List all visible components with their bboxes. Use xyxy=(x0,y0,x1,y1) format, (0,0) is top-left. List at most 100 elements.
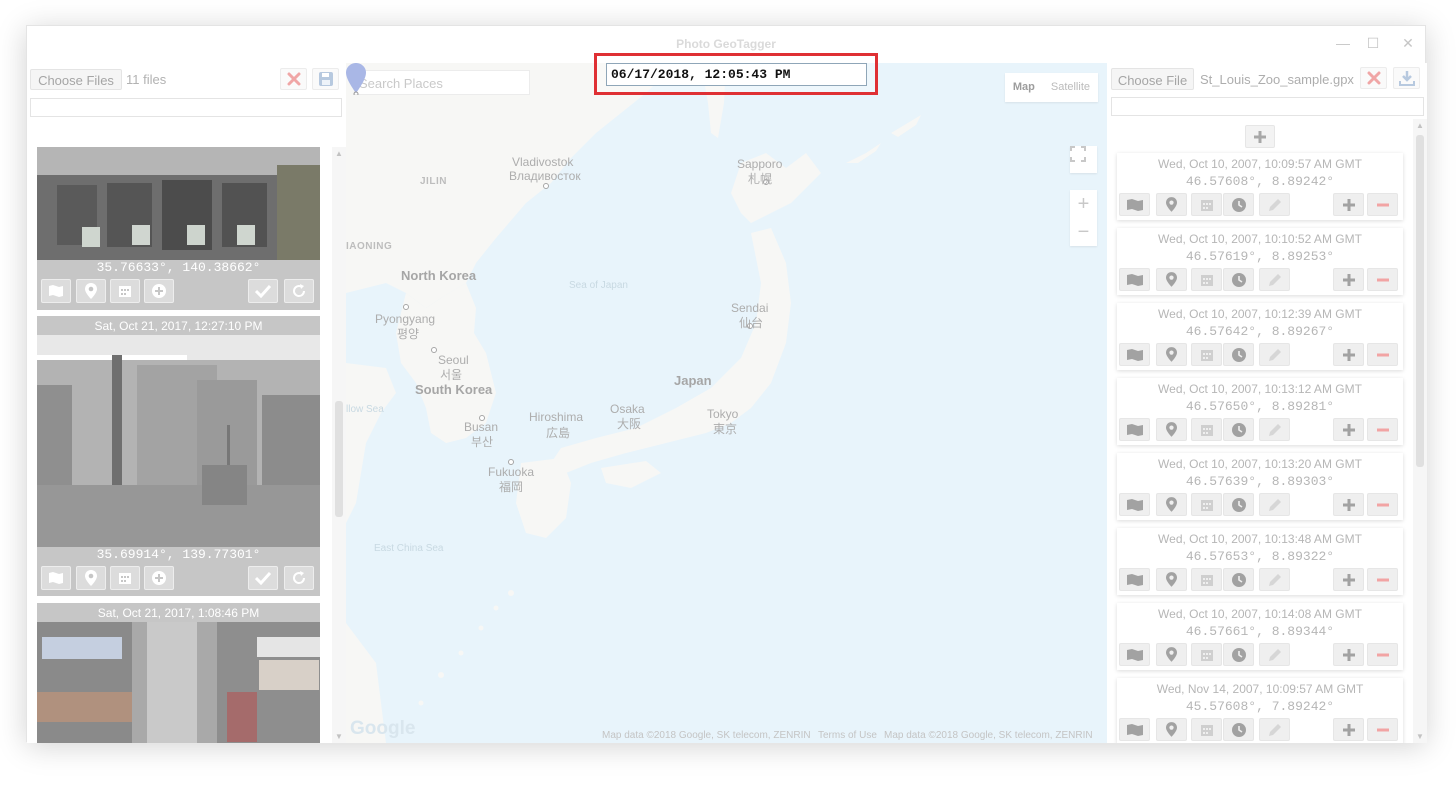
scrollbar-thumb[interactable] xyxy=(335,401,343,517)
photo-map-button[interactable] xyxy=(41,566,71,590)
photo-reset-button[interactable] xyxy=(284,566,314,590)
waypoint-card[interactable]: Wed, Nov 14, 2007, 10:09:57 AM GMT 45.576… xyxy=(1117,678,1403,743)
waypoint-card[interactable]: Wed, Oct 10, 2007, 10:10:52 AM GMT 46.576… xyxy=(1117,228,1403,295)
waypoint-calendar-button[interactable] xyxy=(1191,418,1222,441)
waypoint-clock-button[interactable] xyxy=(1223,493,1254,516)
photo-reset-button[interactable] xyxy=(284,279,314,303)
waypoint-remove-button[interactable] xyxy=(1367,193,1398,216)
waypoint-edit-button[interactable] xyxy=(1259,418,1290,441)
terms-of-use-link[interactable]: Terms of Use xyxy=(818,730,877,741)
waypoint-clock-button[interactable] xyxy=(1223,343,1254,366)
zoom-in-button[interactable]: + xyxy=(1070,190,1097,218)
waypoint-map-button[interactable] xyxy=(1119,193,1150,216)
waypoint-clock-button[interactable] xyxy=(1223,268,1254,291)
waypoint-add-button[interactable] xyxy=(1333,343,1364,366)
waypoint-remove-button[interactable] xyxy=(1367,643,1398,666)
waypoint-remove-button[interactable] xyxy=(1367,268,1398,291)
photo-map-button[interactable] xyxy=(41,279,71,303)
choose-file-button[interactable]: Choose File xyxy=(1111,68,1194,90)
waypoint-add-button[interactable] xyxy=(1333,268,1364,291)
waypoint-calendar-button[interactable] xyxy=(1191,493,1222,516)
waypoint-clock-button[interactable] xyxy=(1223,718,1254,741)
waypoint-card[interactable]: Wed, Oct 10, 2007, 10:13:48 AM GMT 46.576… xyxy=(1117,528,1403,595)
waypoint-remove-button[interactable] xyxy=(1367,718,1398,741)
date-time-input[interactable]: 06/17/2018, 12:05:43 PM xyxy=(606,63,867,86)
clear-photos-button[interactable] xyxy=(280,68,307,90)
photo-card[interactable]: Sat, Oct 21, 2017, 1:08:46 PM xyxy=(37,603,320,743)
waypoint-add-button[interactable] xyxy=(1333,718,1364,741)
photo-list-scrollbar[interactable]: ▲ ▼ xyxy=(332,147,346,743)
photo-pin-button[interactable] xyxy=(76,566,106,590)
map-type-satellite-button[interactable]: Satellite xyxy=(1043,73,1098,102)
waypoint-edit-button[interactable] xyxy=(1259,718,1290,741)
photo-apply-button[interactable] xyxy=(248,279,278,303)
waypoint-pin-button[interactable] xyxy=(1156,718,1187,741)
waypoint-card[interactable]: Wed, Oct 10, 2007, 10:09:57 AM GMT 46.576… xyxy=(1117,153,1403,220)
search-places-input[interactable]: Search Places xyxy=(354,70,530,95)
photo-card[interactable]: 35.76633°, 140.38662° xyxy=(37,147,320,310)
waypoint-clock-button[interactable] xyxy=(1223,418,1254,441)
map-type-map-button[interactable]: Map xyxy=(1005,73,1043,102)
waypoint-edit-button[interactable] xyxy=(1259,343,1290,366)
waypoint-card[interactable]: Wed, Oct 10, 2007, 10:12:39 AM GMT 46.576… xyxy=(1117,303,1403,370)
waypoint-remove-button[interactable] xyxy=(1367,493,1398,516)
waypoint-map-button[interactable] xyxy=(1119,418,1150,441)
waypoint-pin-button[interactable] xyxy=(1156,268,1187,291)
waypoint-edit-button[interactable] xyxy=(1259,193,1290,216)
waypoint-edit-button[interactable] xyxy=(1259,268,1290,291)
download-track-button[interactable] xyxy=(1393,67,1420,89)
track-filter-input[interactable] xyxy=(1111,97,1424,116)
waypoint-map-button[interactable] xyxy=(1119,643,1150,666)
photo-add-button[interactable] xyxy=(144,566,174,590)
waypoint-pin-button[interactable] xyxy=(1156,493,1187,516)
maximize-button[interactable]: ☐ xyxy=(1363,35,1383,52)
waypoint-calendar-button[interactable] xyxy=(1191,718,1222,741)
waypoint-remove-button[interactable] xyxy=(1367,343,1398,366)
waypoint-calendar-button[interactable] xyxy=(1191,568,1222,591)
waypoint-edit-button[interactable] xyxy=(1259,493,1290,516)
waypoint-pin-button[interactable] xyxy=(1156,343,1187,366)
add-waypoint-button[interactable] xyxy=(1245,125,1275,148)
waypoint-pin-button[interactable] xyxy=(1156,568,1187,591)
waypoint-add-button[interactable] xyxy=(1333,193,1364,216)
clear-track-button[interactable] xyxy=(1360,67,1387,89)
save-photos-button[interactable] xyxy=(312,68,339,90)
waypoint-calendar-button[interactable] xyxy=(1191,193,1222,216)
waypoint-add-button[interactable] xyxy=(1333,643,1364,666)
choose-files-button[interactable]: Choose Files xyxy=(30,69,122,90)
waypoint-pin-button[interactable] xyxy=(1156,418,1187,441)
waypoint-pin-button[interactable] xyxy=(1156,643,1187,666)
waypoint-clock-button[interactable] xyxy=(1223,643,1254,666)
photo-pin-button[interactable] xyxy=(76,279,106,303)
waypoint-card[interactable]: Wed, Oct 10, 2007, 10:14:08 AM GMT 46.576… xyxy=(1117,603,1403,670)
waypoint-map-button[interactable] xyxy=(1119,268,1150,291)
close-window-button[interactable]: ✕ xyxy=(1398,35,1418,52)
scrollbar-thumb[interactable] xyxy=(1416,135,1424,467)
zoom-out-button[interactable]: − xyxy=(1070,218,1097,246)
photo-add-button[interactable] xyxy=(144,279,174,303)
waypoint-edit-button[interactable] xyxy=(1259,568,1290,591)
waypoint-map-button[interactable] xyxy=(1119,343,1150,366)
waypoint-add-button[interactable] xyxy=(1333,418,1364,441)
waypoint-map-button[interactable] xyxy=(1119,568,1150,591)
waypoint-add-button[interactable] xyxy=(1333,493,1364,516)
waypoint-clock-button[interactable] xyxy=(1223,568,1254,591)
waypoint-calendar-button[interactable] xyxy=(1191,643,1222,666)
waypoint-add-button[interactable] xyxy=(1333,568,1364,591)
waypoint-list-scrollbar[interactable]: ▲ ▼ xyxy=(1413,119,1427,743)
waypoint-map-button[interactable] xyxy=(1119,718,1150,741)
fullscreen-button[interactable] xyxy=(1070,146,1097,173)
photo-card[interactable]: Sat, Oct 21, 2017, 12:27:10 PM 35.69914°… xyxy=(37,316,320,596)
waypoint-calendar-button[interactable] xyxy=(1191,343,1222,366)
photo-calendar-button[interactable] xyxy=(110,566,140,590)
waypoint-remove-button[interactable] xyxy=(1367,418,1398,441)
waypoint-calendar-button[interactable] xyxy=(1191,268,1222,291)
map-view[interactable]: Search Places Map Satellite + − Vladivos… xyxy=(346,63,1107,743)
location-pin-icon[interactable] xyxy=(346,63,366,95)
waypoint-edit-button[interactable] xyxy=(1259,643,1290,666)
waypoint-pin-button[interactable] xyxy=(1156,193,1187,216)
waypoint-card[interactable]: Wed, Oct 10, 2007, 10:13:12 AM GMT 46.576… xyxy=(1117,378,1403,445)
minimize-button[interactable]: — xyxy=(1333,35,1353,51)
waypoint-remove-button[interactable] xyxy=(1367,568,1398,591)
photo-calendar-button[interactable] xyxy=(110,279,140,303)
